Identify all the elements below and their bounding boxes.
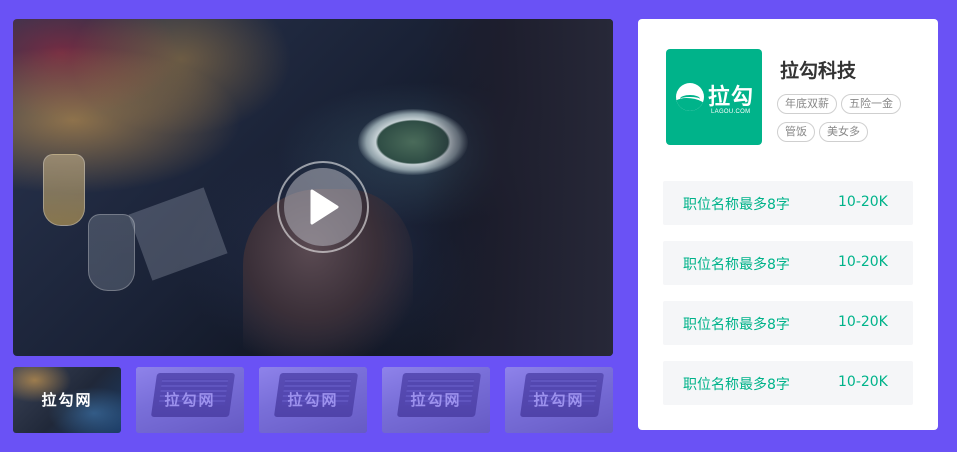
video-frame-detail xyxy=(88,214,135,291)
main-video-player[interactable] xyxy=(13,19,613,356)
job-item[interactable]: 职位名称最多8字 10-20K xyxy=(663,301,913,345)
company-tags: 年底双薪 五险一金 管饭 美女多 xyxy=(777,94,927,142)
thumbnail-label: 拉勾网 xyxy=(410,391,462,409)
job-salary: 10-20K xyxy=(838,194,888,210)
video-frame-detail xyxy=(128,187,228,281)
job-title: 职位名称最多8字 xyxy=(683,317,790,333)
company-tag: 管饭 xyxy=(777,122,815,142)
showcase-frame: 拉勾网 拉勾网 拉勾网 拉勾网 拉勾网 拉勾 LAGOU.COM 拉勾科技 年底… xyxy=(0,0,957,452)
thumbnail-label: 拉勾网 xyxy=(287,391,339,409)
company-tag: 五险一金 xyxy=(841,94,901,114)
logo-text: 拉勾 xyxy=(708,85,755,110)
job-list: 职位名称最多8字 10-20K 职位名称最多8字 10-20K 职位名称最多8字… xyxy=(663,181,913,421)
video-frame-detail xyxy=(423,19,613,356)
video-thumbnail[interactable]: 拉勾网 xyxy=(505,367,613,433)
company-name[interactable]: 拉勾科技 xyxy=(780,56,856,83)
thumbnail-label: 拉勾网 xyxy=(41,391,93,409)
job-salary: 10-20K xyxy=(838,254,888,270)
thumbnail-label: 拉勾网 xyxy=(533,391,585,409)
video-thumbnail[interactable]: 拉勾网 xyxy=(13,367,121,433)
job-salary: 10-20K xyxy=(838,374,888,390)
job-item[interactable]: 职位名称最多8字 10-20K xyxy=(663,241,913,285)
video-thumbnail[interactable]: 拉勾网 xyxy=(382,367,490,433)
job-item[interactable]: 职位名称最多8字 10-20K xyxy=(663,361,913,405)
video-thumbnail[interactable]: 拉勾网 xyxy=(259,367,367,433)
video-frame-detail xyxy=(43,154,85,226)
company-tag: 美女多 xyxy=(819,122,868,142)
job-title: 职位名称最多8字 xyxy=(683,197,790,213)
job-title: 职位名称最多8字 xyxy=(683,257,790,273)
company-tag: 年底双薪 xyxy=(777,94,837,114)
job-salary: 10-20K xyxy=(838,314,888,330)
job-title: 职位名称最多8字 xyxy=(683,377,790,393)
job-item[interactable]: 职位名称最多8字 10-20K xyxy=(663,181,913,225)
company-logo[interactable]: 拉勾 LAGOU.COM xyxy=(666,49,762,145)
play-button[interactable] xyxy=(277,161,369,253)
play-icon xyxy=(310,189,339,225)
logo-subtext: LAGOU.COM xyxy=(711,109,751,115)
play-button-inner xyxy=(284,168,362,246)
thumbnail-label: 拉勾网 xyxy=(164,391,216,409)
video-thumbnail-strip: 拉勾网 拉勾网 拉勾网 拉勾网 拉勾网 xyxy=(13,367,613,433)
company-card: 拉勾 LAGOU.COM 拉勾科技 年底双薪 五险一金 管饭 美女多 职位名称最… xyxy=(638,19,938,430)
video-thumbnail[interactable]: 拉勾网 xyxy=(136,367,244,433)
lagou-logo-icon xyxy=(676,83,704,111)
